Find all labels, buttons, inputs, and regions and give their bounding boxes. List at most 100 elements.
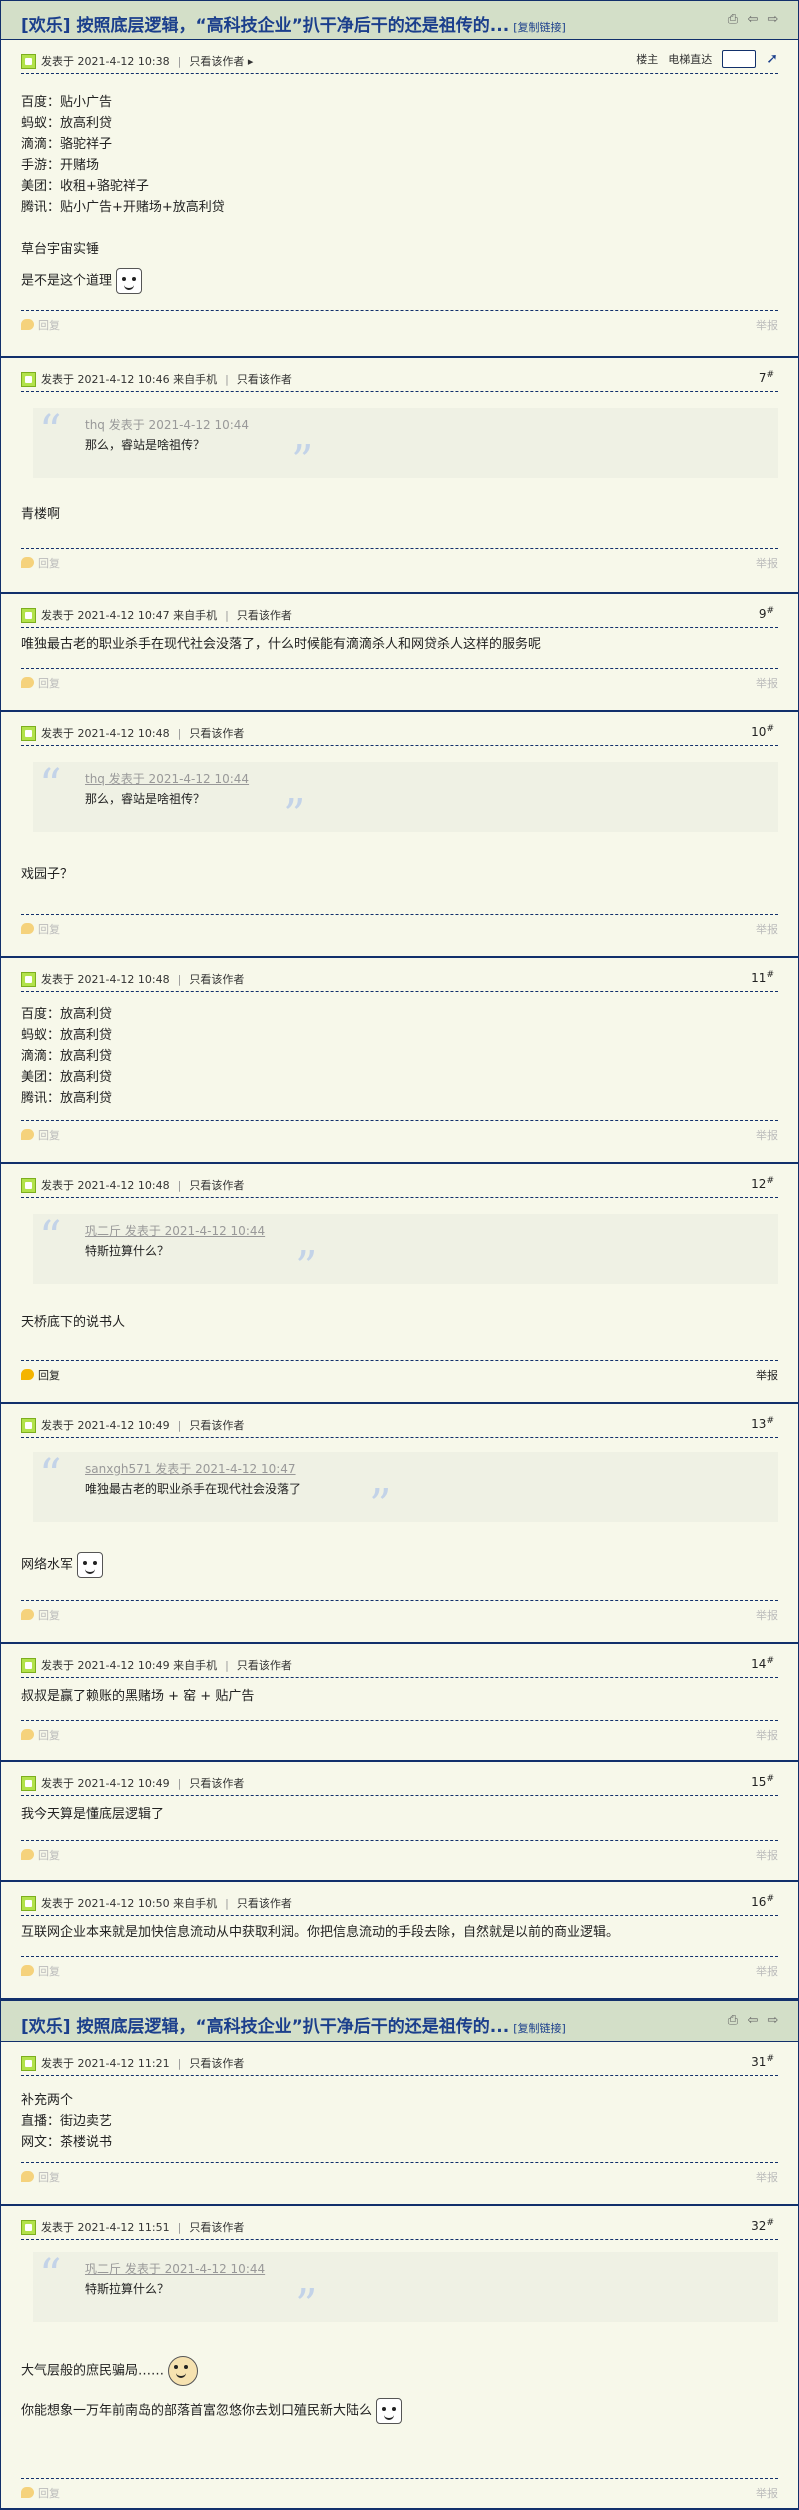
reply-button[interactable]: 回复	[21, 675, 60, 691]
next-thread-icon[interactable]: ⇨	[766, 2014, 780, 2028]
reply-button[interactable]: 回复	[21, 2485, 60, 2501]
user-icon[interactable]	[21, 972, 36, 987]
post-header: 发表于 2021-4-12 11:51 | 只看该作者 32#	[21, 2218, 778, 2240]
user-icon[interactable]	[21, 1896, 36, 1911]
only-author-link[interactable]: 只看该作者	[189, 55, 244, 68]
reply-icon	[21, 1965, 34, 1976]
report-button[interactable]: 举报	[756, 1963, 778, 1979]
post-line: 唯独最古老的职业杀手在现代社会没落了，什么时候能有滴滴杀人和网贷杀人这样的服务呢	[21, 637, 542, 652]
report-button[interactable]: 举报	[756, 1727, 778, 1743]
report-button[interactable]: 举报	[756, 2485, 778, 2501]
quote-author[interactable]: sanxgh571 发表于 2021-4-12 10:47	[85, 1460, 296, 1477]
user-icon[interactable]	[21, 726, 36, 741]
report-button[interactable]: 举报	[756, 1127, 778, 1143]
floor-number[interactable]: 14#	[751, 1656, 774, 1671]
floor-number[interactable]: 11#	[751, 970, 774, 985]
report-button[interactable]: 举报	[756, 1607, 778, 1623]
floor-number[interactable]: 10#	[751, 724, 774, 739]
user-icon[interactable]	[21, 1178, 36, 1193]
user-icon[interactable]	[21, 1658, 36, 1673]
post-content: 大气层般的庶民骗局…… 你能想象一万年前南岛的部落首富忽悠你去划口殖民新大陆么	[21, 2356, 778, 2424]
thread-title[interactable]: [欢乐] 按照底层逻辑，“高科技企业”扒干净后干的还是祖传的... [复制链接]	[21, 2012, 566, 2037]
only-author-link[interactable]: 只看该作者	[189, 973, 244, 986]
post-content: 百度：贴小广告 蚂蚁：放高利贷 滴滴：骆驼祥子 手游：开赌场 美团：收租+骆驼祥…	[21, 92, 778, 294]
reply-button[interactable]: 回复	[21, 1607, 60, 1623]
report-button[interactable]: 举报	[756, 555, 778, 571]
report-button[interactable]: 举报	[756, 921, 778, 937]
user-icon[interactable]	[21, 2220, 36, 2235]
copy-link-button[interactable]: [复制链接]	[513, 21, 566, 34]
floor-number[interactable]: 12#	[751, 1176, 774, 1191]
report-button[interactable]: 举报	[756, 1367, 778, 1383]
only-author-link[interactable]: 只看该作者	[189, 2221, 244, 2234]
prev-thread-icon[interactable]: ⇦	[746, 13, 760, 27]
report-button[interactable]: 举报	[756, 1847, 778, 1863]
post-content: 天桥底下的说书人	[21, 1312, 778, 1333]
print-icon[interactable]: ⎙	[726, 2014, 740, 2028]
post-line: 天桥底下的说书人	[21, 1315, 126, 1330]
go-icon[interactable]: ➚	[766, 51, 778, 67]
reply-button[interactable]: 回复	[21, 1963, 60, 1979]
floor-number[interactable]: 7#	[759, 370, 774, 385]
post-meta: 发表于 2021-4-12 10:50 来自手机 | 只看该作者	[41, 1897, 292, 1910]
print-icon[interactable]: ⎙	[726, 13, 740, 27]
only-author-link[interactable]: 只看该作者	[237, 1897, 292, 1910]
reply-button[interactable]: 回复	[21, 1727, 60, 1743]
reply-button[interactable]: 回复	[21, 1367, 60, 1383]
post: 发表于 2021-4-12 10:49 | 只看该作者 15# 我今天算是懂底层逻辑…	[0, 1762, 799, 1882]
report-button[interactable]: 举报	[756, 2169, 778, 2185]
reply-button[interactable]: 回复	[21, 317, 60, 333]
floor-number[interactable]: 16#	[751, 1894, 774, 1909]
user-icon[interactable]	[21, 1776, 36, 1791]
next-thread-icon[interactable]: ⇨	[766, 13, 780, 27]
only-author-link[interactable]: 只看该作者	[189, 1419, 244, 1432]
report-button[interactable]: 举报	[756, 675, 778, 691]
reply-button[interactable]: 回复	[21, 2169, 60, 2185]
report-button[interactable]: 举报	[756, 317, 778, 333]
floor-number[interactable]: 15#	[751, 1774, 774, 1789]
post-line: 美团：放高利贷	[21, 1070, 113, 1085]
post-line: 腾讯：放高利贷	[21, 1091, 113, 1106]
reply-button[interactable]: 回复	[21, 1847, 60, 1863]
caret-right-icon[interactable]: ▸	[248, 55, 254, 68]
only-author-link[interactable]: 只看该作者	[237, 373, 292, 386]
floor-number[interactable]: 31#	[751, 2054, 774, 2069]
floor-number[interactable]: 32#	[751, 2218, 774, 2233]
post-header: 发表于 2021-4-12 10:50 来自手机 | 只看该作者 16#	[21, 1894, 778, 1916]
only-author-link[interactable]: 只看该作者	[189, 727, 244, 740]
jump-to-floor-input[interactable]	[722, 50, 757, 68]
user-icon[interactable]	[21, 54, 36, 69]
post: 发表于 2021-4-12 10:46 来自手机 | 只看该作者 7# “ thq …	[0, 358, 799, 594]
floor-number[interactable]: 9#	[759, 606, 774, 621]
only-author-link[interactable]: 只看该作者	[237, 609, 292, 622]
post: 发表于 2021-4-12 10:48 | 只看该作者 10# “ thq 发表于 …	[0, 712, 799, 958]
prev-thread-icon[interactable]: ⇦	[746, 2014, 760, 2028]
post-meta: 发表于 2021-4-12 11:21 | 只看该作者	[41, 2057, 245, 2070]
quote-author[interactable]: 巩二斤 发表于 2021-4-12 10:44	[85, 1222, 265, 1239]
user-icon[interactable]	[21, 372, 36, 387]
post-header: 发表于 2021-4-12 10:48 | 只看该作者 12#	[21, 1176, 778, 1198]
quote-text: 那么，睿站是啥祖传？	[85, 792, 206, 806]
reply-icon	[21, 923, 34, 934]
user-icon[interactable]	[21, 1418, 36, 1433]
post-content: 互联网企业本来就是加快信息流动从中获取利润。你把信息流动的手段去除，自然就是以前…	[21, 1922, 778, 1943]
copy-link-button[interactable]: [复制链接]	[513, 2022, 566, 2035]
thread-header: [欢乐] 按照底层逻辑，“高科技企业”扒干净后干的还是祖传的... [复制链接] …	[0, 2000, 799, 2042]
only-author-link[interactable]: 只看该作者	[189, 1777, 244, 1790]
only-author-link[interactable]: 只看该作者	[189, 2057, 244, 2070]
quote-author[interactable]: thq 发表于 2021-4-12 10:44	[85, 770, 249, 787]
only-author-link[interactable]: 只看该作者	[237, 1659, 292, 1672]
reply-button[interactable]: 回复	[21, 555, 60, 571]
quote-author[interactable]: 巩二斤 发表于 2021-4-12 10:44	[85, 2260, 265, 2277]
user-icon[interactable]	[21, 2056, 36, 2071]
post-line: 网络水军	[21, 1557, 74, 1573]
floor-number[interactable]: 13#	[751, 1416, 774, 1431]
open-quote-icon: “	[39, 2250, 62, 2301]
user-icon[interactable]	[21, 608, 36, 623]
quote-block: “ thq 发表于 2021-4-12 10:44 那么，睿站是啥祖传？ ”	[33, 408, 778, 484]
thread-title[interactable]: [欢乐] 按照底层逻辑，“高科技企业”扒干净后干的还是祖传的... [复制链接]	[21, 11, 566, 36]
reply-button[interactable]: 回复	[21, 921, 60, 937]
only-author-link[interactable]: 只看该作者	[189, 1179, 244, 1192]
reply-button[interactable]: 回复	[21, 1127, 60, 1143]
reply-icon	[21, 1369, 34, 1380]
